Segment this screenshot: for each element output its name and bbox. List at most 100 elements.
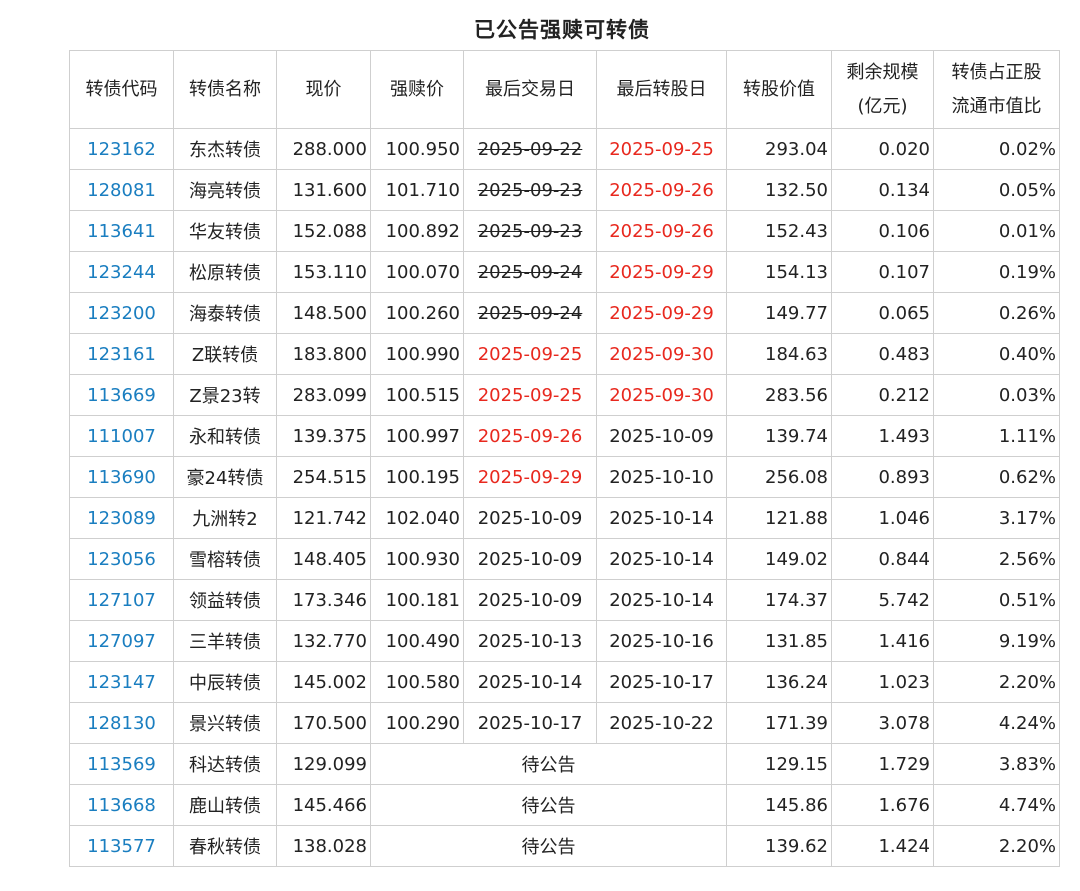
redeem-price: 100.290 [370, 702, 464, 744]
redeem-price: 100.070 [370, 251, 464, 293]
header-remaining-size[interactable]: 剩余规模 (亿元) [831, 50, 934, 129]
redeem-price: 102.040 [370, 497, 464, 539]
bond-code-link[interactable]: 123147 [69, 661, 174, 703]
last-convert-date: 2025-09-30 [596, 333, 727, 375]
current-price: 148.405 [276, 538, 371, 580]
redeem-price: 100.997 [370, 415, 464, 457]
redeem-price: 100.930 [370, 538, 464, 580]
remaining-size: 0.065 [831, 292, 934, 334]
header-last-trade-date[interactable]: 最后交易日 [463, 50, 597, 129]
bond-code-link[interactable]: 128081 [69, 169, 174, 211]
bond-code-link[interactable]: 123200 [69, 292, 174, 334]
bond-code-link[interactable]: 113690 [69, 456, 174, 498]
bond-name: 九洲转2 [173, 497, 277, 539]
redeem-price: 100.181 [370, 579, 464, 621]
remaining-size: 0.212 [831, 374, 934, 416]
convert-value: 131.85 [726, 620, 832, 662]
header-price[interactable]: 现价 [276, 50, 371, 129]
remaining-size: 5.742 [831, 579, 934, 621]
last-convert-date: 2025-10-14 [596, 538, 727, 580]
convert-value: 121.88 [726, 497, 832, 539]
last-convert-date: 2025-09-29 [596, 251, 727, 293]
convert-value: 149.77 [726, 292, 832, 334]
current-price: 131.600 [276, 169, 371, 211]
convert-value: 174.37 [726, 579, 832, 621]
last-trade-date: 2025-10-09 [463, 497, 597, 539]
bond-code-link[interactable]: 111007 [69, 415, 174, 457]
current-price: 139.375 [276, 415, 371, 457]
redeem-price: 100.195 [370, 456, 464, 498]
redeem-price: 100.950 [370, 128, 464, 170]
remaining-size: 1.424 [831, 825, 934, 867]
header-remaining-size-line2: (亿元) [857, 95, 908, 117]
bond-code-link[interactable]: 113668 [69, 784, 174, 826]
table-row: 113569 科达转债 129.099 待公告 129.15 1.729 3.83% [69, 743, 1060, 785]
pending-announcement: 待公告 [370, 784, 727, 826]
redeem-price: 100.490 [370, 620, 464, 662]
bond-code-link[interactable]: 123162 [69, 128, 174, 170]
bond-code-link[interactable]: 128130 [69, 702, 174, 744]
remaining-size: 0.106 [831, 210, 934, 252]
bond-name: 松原转债 [173, 251, 277, 293]
header-last-convert-date[interactable]: 最后转股日 [596, 50, 727, 129]
market-cap-ratio: 3.83% [933, 743, 1060, 785]
header-name[interactable]: 转债名称 [173, 50, 277, 129]
bond-code-link[interactable]: 127097 [69, 620, 174, 662]
header-market-cap-ratio-line1: 转债占正股 [951, 61, 1042, 83]
table-row: 128081 海亮转债 131.600 101.710 2025-09-23 2025-0… [69, 169, 1060, 211]
table-row: 123161 Z联转债 183.800 100.990 2025-09-25 2025-0… [69, 333, 1060, 375]
bond-code-link[interactable]: 127107 [69, 579, 174, 621]
bond-code-link[interactable]: 113669 [69, 374, 174, 416]
header-market-cap-ratio-line2: 流通市值比 [951, 95, 1042, 117]
market-cap-ratio: 3.17% [933, 497, 1060, 539]
convert-value: 129.15 [726, 743, 832, 785]
market-cap-ratio: 0.05% [933, 169, 1060, 211]
bond-name: 三羊转债 [173, 620, 277, 662]
header-convert-value[interactable]: 转股价值 [726, 50, 832, 129]
last-convert-date: 2025-10-22 [596, 702, 727, 744]
bond-name: Z联转债 [173, 333, 277, 375]
current-price: 183.800 [276, 333, 371, 375]
last-trade-date: 2025-09-22 [463, 128, 597, 170]
redeem-price: 100.260 [370, 292, 464, 334]
current-price: 170.500 [276, 702, 371, 744]
remaining-size: 0.483 [831, 333, 934, 375]
table-row: 111007 永和转债 139.375 100.997 2025-09-26 2025-1… [69, 415, 1060, 457]
table-header-row: 转债代码 转债名称 现价 强赎价 最后交易日 最后转股日 转股价值 剩余规模 (… [69, 50, 1060, 129]
market-cap-ratio: 1.11% [933, 415, 1060, 457]
header-market-cap-ratio[interactable]: 转债占正股 流通市值比 [933, 50, 1060, 129]
table-row: 123089 九洲转2 121.742 102.040 2025-10-09 2025-1… [69, 497, 1060, 539]
remaining-size: 0.020 [831, 128, 934, 170]
last-trade-date: 2025-10-09 [463, 538, 597, 580]
table-row: 113668 鹿山转债 145.466 待公告 145.86 1.676 4.74% [69, 784, 1060, 826]
convert-value: 152.43 [726, 210, 832, 252]
bond-code-link[interactable]: 123056 [69, 538, 174, 580]
pending-announcement: 待公告 [370, 825, 727, 867]
header-code[interactable]: 转债代码 [69, 50, 174, 129]
market-cap-ratio: 0.40% [933, 333, 1060, 375]
bond-code-link[interactable]: 123161 [69, 333, 174, 375]
last-convert-date: 2025-10-09 [596, 415, 727, 457]
market-cap-ratio: 0.26% [933, 292, 1060, 334]
last-convert-date: 2025-09-26 [596, 169, 727, 211]
remaining-size: 1.046 [831, 497, 934, 539]
market-cap-ratio: 2.20% [933, 661, 1060, 703]
header-redeem-price[interactable]: 强赎价 [370, 50, 464, 129]
last-trade-date: 2025-09-24 [463, 292, 597, 334]
market-cap-ratio: 4.24% [933, 702, 1060, 744]
bond-code-link[interactable]: 113569 [69, 743, 174, 785]
current-price: 152.088 [276, 210, 371, 252]
bond-code-link[interactable]: 113641 [69, 210, 174, 252]
convert-value: 184.63 [726, 333, 832, 375]
current-price: 145.466 [276, 784, 371, 826]
bond-name: Z景23转 [173, 374, 277, 416]
last-trade-date: 2025-09-29 [463, 456, 597, 498]
last-trade-date: 2025-09-26 [463, 415, 597, 457]
remaining-size: 0.893 [831, 456, 934, 498]
last-convert-date: 2025-10-17 [596, 661, 727, 703]
last-trade-date: 2025-09-25 [463, 333, 597, 375]
bond-code-link[interactable]: 113577 [69, 825, 174, 867]
bond-code-link[interactable]: 123089 [69, 497, 174, 539]
bond-code-link[interactable]: 123244 [69, 251, 174, 293]
bond-name: 领益转债 [173, 579, 277, 621]
